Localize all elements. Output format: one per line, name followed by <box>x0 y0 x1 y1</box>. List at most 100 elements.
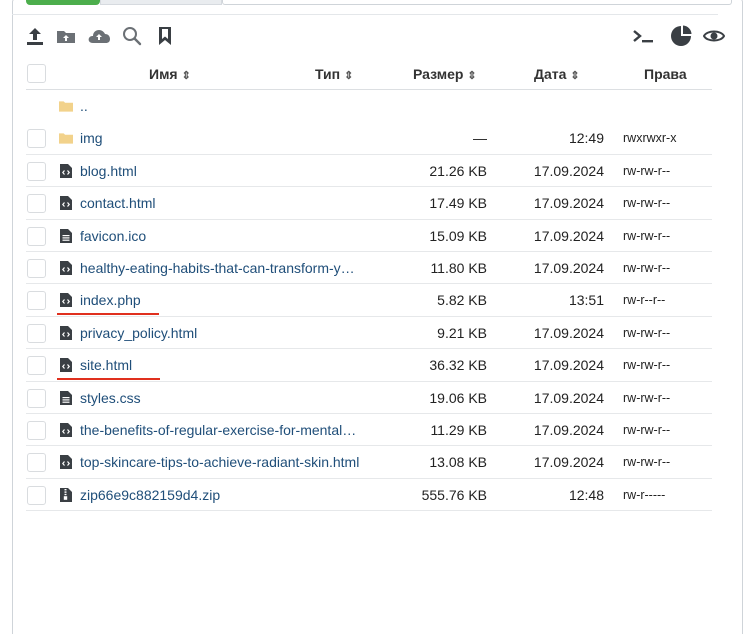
row-checkbox[interactable] <box>27 161 46 181</box>
file-date: 12:48 <box>568 486 604 503</box>
table-row[interactable]: index.php 5.82 KB 13:51 rw-r--r-- <box>26 284 712 317</box>
file-name-link[interactable]: site.html <box>80 357 132 373</box>
upload-icon[interactable] <box>23 24 47 48</box>
column-header-type[interactable]: Тип ⇕ <box>315 66 353 82</box>
file-size: 19.06 KB <box>429 389 487 406</box>
file-name-cell: the-benefits-of-regular-exercise-for-men… <box>59 422 356 438</box>
file-size: — <box>473 130 487 147</box>
row-checkbox[interactable] <box>27 453 46 473</box>
table-header: Имя ⇕ Тип ⇕ Размер ⇕ Дата ⇕ Права <box>26 58 712 90</box>
file-table: Имя ⇕ Тип ⇕ Размер ⇕ Дата ⇕ Права .. img — 12:4… <box>26 58 712 512</box>
cloud-upload-icon[interactable] <box>87 24 111 48</box>
file-date: 12:49 <box>568 130 604 147</box>
file-permissions[interactable]: rw-rw-r-- <box>623 261 670 275</box>
file-size: 17.49 KB <box>429 195 487 212</box>
file-permissions[interactable]: rw-rw-r-- <box>623 164 670 178</box>
highlight-underline <box>57 313 159 316</box>
table-row[interactable]: zip66e9c882159d4.zip 555.76 KB 12:48 rw-r--… <box>26 479 712 512</box>
view-icon[interactable] <box>702 24 726 48</box>
table-row[interactable]: styles.css 19.06 KB 17.09.2024 rw-rw-r-- <box>26 382 712 414</box>
row-checkbox[interactable] <box>27 356 46 376</box>
file-size: 21.26 KB <box>429 162 487 179</box>
search-icon[interactable] <box>120 24 144 48</box>
file-name-link[interactable]: privacy_policy.html <box>80 325 197 341</box>
column-header-size[interactable]: Размер ⇕ <box>413 66 477 82</box>
file-name-link[interactable]: the-benefits-of-regular-exercise-for-men… <box>80 422 356 438</box>
file-permissions[interactable]: rw-rw-r-- <box>623 358 670 372</box>
file-permissions[interactable]: rw-r----- <box>623 488 665 502</box>
row-checkbox[interactable] <box>27 485 46 505</box>
code-file-icon <box>59 260 73 275</box>
file-permissions[interactable]: rw-rw-r-- <box>623 196 670 210</box>
highlight-underline <box>57 378 160 381</box>
file-name-link[interactable]: blog.html <box>80 163 137 179</box>
code-file-icon <box>59 422 73 437</box>
row-checkbox[interactable] <box>27 129 46 149</box>
code-file-icon <box>59 325 73 340</box>
row-checkbox[interactable] <box>27 258 46 278</box>
row-checkbox[interactable] <box>27 194 46 214</box>
file-permissions[interactable]: rw-r--r-- <box>623 293 665 307</box>
file-date: 13:51 <box>568 292 604 309</box>
column-header-date[interactable]: Дата ⇕ <box>534 66 580 82</box>
file-name-cell: privacy_policy.html <box>59 325 197 341</box>
row-checkbox[interactable] <box>27 420 46 440</box>
row-checkbox[interactable] <box>27 323 46 343</box>
file-name-link[interactable]: index.php <box>80 292 141 308</box>
table-row[interactable]: contact.html 17.49 KB 17.09.2024 rw-rw-r-- <box>26 187 712 220</box>
sort-icon: ⇕ <box>467 70 477 82</box>
table-row[interactable]: privacy_policy.html 9.21 KB 17.09.2024 rw-r… <box>26 317 712 350</box>
file-name-link[interactable]: top-skincare-tips-to-achieve-radiant-ski… <box>80 454 359 470</box>
text-file-icon <box>59 228 73 243</box>
tab-active[interactable] <box>26 0 100 5</box>
path-input[interactable] <box>222 0 732 5</box>
file-name-cell: zip66e9c882159d4.zip <box>59 487 220 503</box>
file-name-link[interactable]: zip66e9c882159d4.zip <box>80 487 220 503</box>
table-row[interactable]: healthy-eating-habits-that-can-transform… <box>26 252 712 285</box>
select-all-checkbox[interactable] <box>27 64 46 83</box>
divider <box>12 14 718 15</box>
table-row[interactable]: favicon.ico 15.09 KB 17.09.2024 rw-rw-r-- <box>26 220 712 252</box>
toolbar <box>26 24 726 50</box>
sort-icon: ⇕ <box>344 70 354 82</box>
file-name-link[interactable]: healthy-eating-habits-that-can-transform… <box>80 260 355 276</box>
bookmark-icon[interactable] <box>153 24 177 48</box>
new-folder-icon[interactable] <box>54 24 78 48</box>
table-row[interactable]: blog.html 21.26 KB 17.09.2024 rw-rw-r-- <box>26 155 712 188</box>
file-permissions[interactable]: rw-rw-r-- <box>623 423 670 437</box>
archive-icon <box>59 487 73 502</box>
file-date: 17.09.2024 <box>533 357 604 374</box>
file-name-link[interactable]: favicon.ico <box>80 228 146 244</box>
file-name-link[interactable]: styles.css <box>80 390 141 406</box>
table-row[interactable]: top-skincare-tips-to-achieve-radiant-ski… <box>26 446 712 479</box>
file-permissions[interactable]: rw-rw-r-- <box>623 326 670 340</box>
tab-secondary[interactable] <box>100 0 222 5</box>
table-row[interactable]: img — 12:49 rwxrwxr-x <box>26 122 712 155</box>
row-checkbox[interactable] <box>27 291 46 311</box>
file-date: 17.09.2024 <box>533 259 604 276</box>
file-permissions[interactable]: rw-rw-r-- <box>623 229 670 243</box>
terminal-icon[interactable] <box>631 24 655 48</box>
file-name-link[interactable]: img <box>80 130 103 146</box>
code-file-icon <box>59 358 73 373</box>
file-permissions[interactable]: rw-rw-r-- <box>623 455 670 469</box>
file-size: 36.32 KB <box>429 357 487 374</box>
table-row[interactable]: .. <box>26 90 712 122</box>
file-name-cell: index.php <box>59 292 141 308</box>
file-name-link[interactable]: .. <box>80 98 88 114</box>
sort-icon: ⇕ <box>570 70 580 82</box>
row-checkbox[interactable] <box>27 226 46 246</box>
table-row[interactable]: the-benefits-of-regular-exercise-for-men… <box>26 414 712 447</box>
folder-icon <box>59 131 73 145</box>
disk-usage-icon[interactable] <box>669 24 693 48</box>
file-name-link[interactable]: contact.html <box>80 195 155 211</box>
column-header-permissions[interactable]: Права <box>644 66 687 82</box>
column-header-name[interactable]: Имя ⇕ <box>149 66 191 82</box>
file-permissions[interactable]: rwxrwxr-x <box>623 131 676 145</box>
file-date: 17.09.2024 <box>533 195 604 212</box>
tab-strip <box>14 0 732 6</box>
table-row[interactable]: site.html 36.32 KB 17.09.2024 rw-rw-r-- <box>26 349 712 382</box>
file-permissions[interactable]: rw-rw-r-- <box>623 391 670 405</box>
file-size: 15.09 KB <box>429 227 487 244</box>
row-checkbox[interactable] <box>27 388 46 408</box>
